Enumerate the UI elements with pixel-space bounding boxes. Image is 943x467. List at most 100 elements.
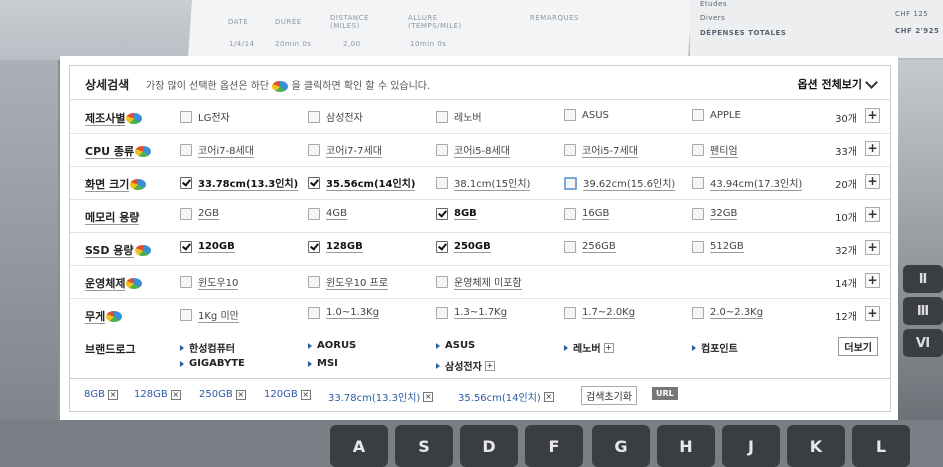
remove-filter-icon[interactable]: × xyxy=(170,389,181,400)
checkbox[interactable] xyxy=(180,208,192,220)
remove-filter-icon[interactable]: × xyxy=(235,389,246,400)
checkbox-checked[interactable] xyxy=(308,177,320,189)
filter-option[interactable]: 8GB xyxy=(436,208,477,220)
filter-option[interactable]: 256GB xyxy=(564,241,616,253)
checkbox[interactable] xyxy=(692,208,704,220)
checkbox-checked[interactable] xyxy=(308,241,320,253)
filter-option[interactable]: 128GB xyxy=(308,241,363,253)
checkbox[interactable] xyxy=(564,307,576,319)
checkbox[interactable] xyxy=(180,144,192,156)
filter-option[interactable]: 35.56cm(14인치) xyxy=(308,175,416,191)
filter-option[interactable]: 1.3~1.7Kg xyxy=(436,307,508,319)
checkbox[interactable] xyxy=(180,309,192,321)
checkbox[interactable] xyxy=(692,144,704,156)
brand-link[interactable]: 레노버 + xyxy=(564,340,614,355)
expand-plus-icon[interactable]: + xyxy=(865,240,880,255)
filter-option[interactable]: 1Kg 미만 xyxy=(180,307,239,323)
checkbox[interactable] xyxy=(564,208,576,220)
remove-filter-icon[interactable]: × xyxy=(300,389,311,400)
filter-label[interactable]: 화면 크기 xyxy=(85,176,147,192)
filter-option[interactable]: ASUS xyxy=(564,109,609,121)
brand-link[interactable]: 컴포인트 xyxy=(692,340,738,355)
brand-link[interactable]: MSI xyxy=(308,358,338,369)
pie-chart-icon[interactable] xyxy=(106,310,123,322)
plus-icon[interactable]: + xyxy=(603,342,614,353)
filter-option[interactable]: 펜티엄 xyxy=(692,142,738,158)
pie-chart-icon[interactable] xyxy=(126,112,143,124)
checkbox[interactable] xyxy=(180,110,192,123)
checkbox[interactable] xyxy=(308,307,320,319)
filter-option[interactable]: 운영체제 미포함 xyxy=(436,274,522,290)
checkbox[interactable] xyxy=(180,276,192,288)
url-copy-button[interactable]: URL xyxy=(652,387,678,400)
checkbox[interactable] xyxy=(308,208,320,220)
filter-option[interactable]: 코어i5-7세대 xyxy=(564,142,638,158)
brand-link[interactable]: GIGABYTE xyxy=(180,358,245,369)
filter-option[interactable]: 39.62cm(15.6인치) xyxy=(564,175,676,191)
checkbox[interactable] xyxy=(564,109,576,121)
brand-link[interactable]: ASUS xyxy=(436,340,475,351)
filter-option[interactable]: LG전자 xyxy=(180,109,230,124)
checkbox[interactable] xyxy=(436,110,448,123)
filter-option[interactable]: 삼성전자 xyxy=(308,109,363,124)
expand-plus-icon[interactable]: + xyxy=(865,174,880,189)
filter-option[interactable]: 코어i5-8세대 xyxy=(436,142,510,158)
filter-option[interactable]: 코어i7-8세대 xyxy=(180,142,254,158)
expand-plus-icon[interactable]: + xyxy=(865,207,880,222)
filter-option[interactable]: 250GB xyxy=(436,241,491,253)
checkbox-checked[interactable] xyxy=(180,177,192,189)
checkbox[interactable] xyxy=(436,307,448,319)
brand-link[interactable]: AORUS xyxy=(308,340,356,351)
pie-chart-icon[interactable] xyxy=(126,277,143,289)
filter-option[interactable]: 33.78cm(13.3인치) xyxy=(180,175,299,191)
checkbox[interactable] xyxy=(436,144,448,156)
filter-option[interactable]: 43.94cm(17.3인치) xyxy=(692,175,803,191)
checkbox[interactable] xyxy=(308,276,320,288)
checkbox[interactable] xyxy=(564,241,576,253)
filter-option[interactable]: APPLE xyxy=(692,109,741,121)
checkbox[interactable] xyxy=(436,177,448,189)
filter-option[interactable]: 4GB xyxy=(308,208,347,220)
filter-option[interactable]: 512GB xyxy=(692,241,744,253)
remove-filter-icon[interactable]: × xyxy=(543,391,554,402)
plus-icon[interactable]: + xyxy=(484,360,495,371)
filter-option[interactable]: 32GB xyxy=(692,208,738,220)
reset-search-button[interactable]: 검색초기화 xyxy=(581,386,637,405)
filter-option[interactable]: 2.0~2.3Kg xyxy=(692,307,764,319)
filter-label[interactable]: 무게 xyxy=(85,308,123,324)
filter-label[interactable]: 제조사별 xyxy=(85,110,143,126)
checkbox-checked[interactable] xyxy=(180,241,192,253)
filter-option[interactable]: 윈도우10 프로 xyxy=(308,274,388,290)
expand-plus-icon[interactable]: + xyxy=(865,108,880,123)
filter-option[interactable]: 코어i7-7세대 xyxy=(308,142,382,158)
filter-label[interactable]: CPU 종류 xyxy=(85,143,152,159)
pie-chart-icon[interactable] xyxy=(135,145,152,157)
filter-option[interactable]: 38.1cm(15인치) xyxy=(436,175,531,191)
checkbox[interactable] xyxy=(692,307,704,319)
expand-plus-icon[interactable]: + xyxy=(865,273,880,288)
filter-option[interactable]: 1.7~2.0Kg xyxy=(564,307,636,319)
checkbox-checked[interactable] xyxy=(436,241,448,253)
expand-plus-icon[interactable]: + xyxy=(865,306,880,321)
filter-option[interactable]: 16GB xyxy=(564,208,610,220)
checkbox[interactable] xyxy=(436,276,448,288)
more-brands-button[interactable]: 더보기 xyxy=(838,337,878,356)
checkbox[interactable] xyxy=(564,176,577,190)
filter-option[interactable]: 레노버 xyxy=(436,109,482,124)
checkbox[interactable] xyxy=(564,144,576,156)
checkbox-checked[interactable] xyxy=(436,208,448,220)
checkbox[interactable] xyxy=(692,241,704,253)
filter-label[interactable]: 운영체제 xyxy=(85,275,143,291)
checkbox[interactable] xyxy=(308,144,320,156)
pie-chart-icon[interactable] xyxy=(134,244,151,256)
filter-option[interactable]: 2GB xyxy=(180,208,219,220)
brand-link[interactable]: 삼성전자 + xyxy=(436,358,495,373)
brand-link[interactable]: 한성컴퓨터 xyxy=(180,340,235,355)
checkbox[interactable] xyxy=(692,109,704,121)
remove-filter-icon[interactable]: × xyxy=(107,389,118,400)
filter-label[interactable]: 메모리 용량 xyxy=(85,209,140,225)
expand-plus-icon[interactable]: + xyxy=(865,141,880,156)
filter-label[interactable]: SSD 용량 xyxy=(85,242,151,258)
checkbox[interactable] xyxy=(692,177,704,189)
filter-option[interactable]: 1.0~1.3Kg xyxy=(308,307,380,319)
